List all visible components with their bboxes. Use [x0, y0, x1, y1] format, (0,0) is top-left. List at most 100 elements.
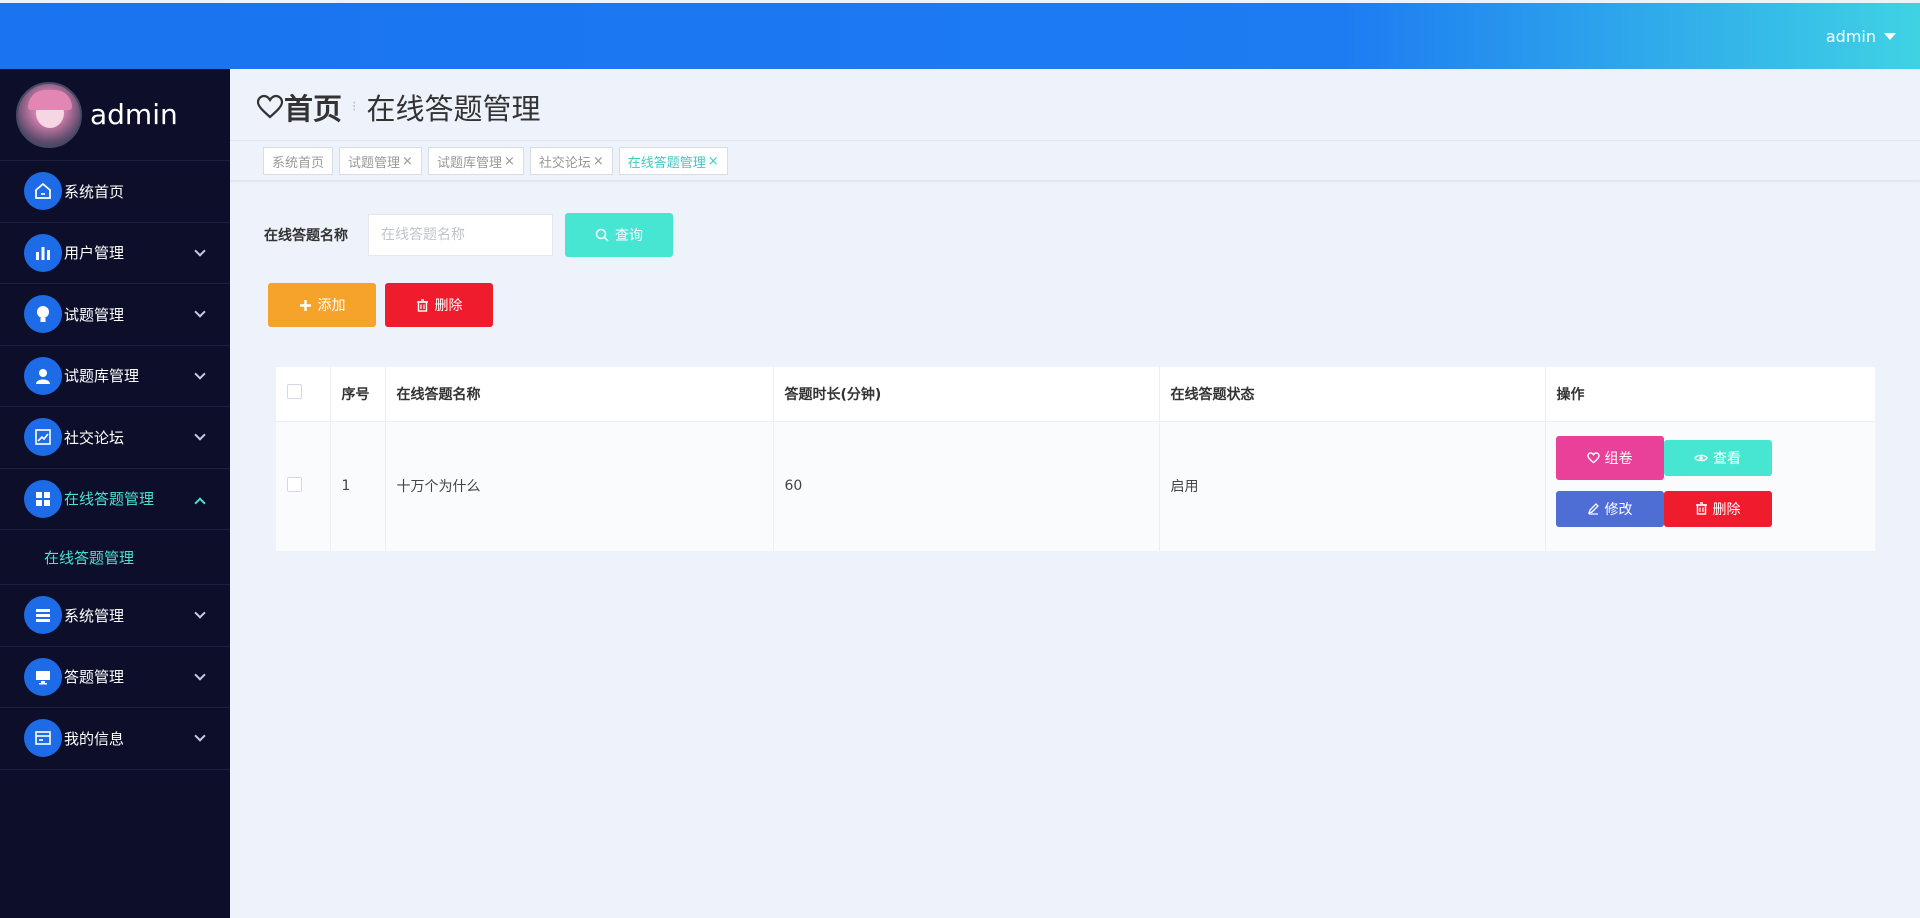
sidebar-item-label: 我的信息: [64, 729, 125, 748]
tab-label: 系统首页: [272, 155, 325, 171]
user-menu[interactable]: admin: [1826, 27, 1896, 46]
edit-button[interactable]: 修改: [1555, 490, 1664, 527]
search-icon: [595, 228, 609, 242]
chevron-up-icon: [194, 496, 206, 509]
trash-icon: [416, 298, 428, 312]
sidebar-item-my-info[interactable]: 我的信息: [0, 708, 230, 770]
select-all-checkbox[interactable]: [287, 384, 302, 400]
view-button[interactable]: 查看: [1663, 439, 1772, 476]
sidebar-item-label: 试题管理: [64, 305, 125, 324]
eye-icon: [1694, 454, 1708, 461]
close-icon[interactable]: ×: [708, 154, 719, 169]
home-icon: [24, 172, 62, 211]
select-all-cell: [276, 367, 331, 422]
search-label: 在线答题名称: [264, 228, 348, 244]
row-duration: 60: [773, 421, 1160, 551]
sidebar-item-home[interactable]: 系统首页: [0, 161, 230, 223]
sidebar-item-online-quiz[interactable]: 在线答题管理: [0, 469, 230, 530]
sidebar-profile: admin: [0, 69, 230, 161]
tab-questions[interactable]: 试题管理 ×: [339, 147, 422, 175]
chevron-down-icon: [194, 730, 206, 742]
table-row: 1 十万个为什么 60 启用 组卷 查看 修改 删除: [276, 421, 1875, 551]
trash-icon: [1695, 502, 1707, 515]
user-icon: [24, 356, 62, 395]
sidebar-item-questions[interactable]: 试题管理: [0, 284, 230, 346]
delete-button-label: 删除: [434, 298, 463, 314]
card-icon: [24, 719, 62, 758]
close-icon[interactable]: ×: [504, 154, 515, 169]
column-header: 答题时长(分钟): [773, 367, 1160, 422]
sidebar-item-question-bank[interactable]: 试题库管理: [0, 346, 230, 407]
submenu-label: 在线答题管理: [44, 548, 135, 567]
chevron-down-icon: [194, 367, 206, 380]
tab-label: 试题管理: [348, 155, 401, 171]
close-icon[interactable]: ×: [402, 154, 413, 169]
avatar: [16, 81, 82, 148]
breadcrumb-home[interactable]: 首页: [256, 86, 342, 128]
submenu-online-quiz-manage[interactable]: 在线答题管理: [0, 530, 230, 585]
query-button-label: 查询: [615, 228, 643, 244]
tab-forum[interactable]: 社交论坛 ×: [529, 147, 613, 175]
tab-question-bank[interactable]: 试题库管理 ×: [427, 147, 524, 175]
top-bar: admin: [0, 3, 1920, 69]
sidebar-item-label: 社交论坛: [64, 428, 125, 447]
tab-online-quiz[interactable]: 在线答题管理 ×: [618, 147, 728, 175]
sidebar-item-forum[interactable]: 社交论坛: [0, 407, 230, 469]
close-icon[interactable]: ×: [593, 154, 604, 169]
row-checkbox[interactable]: [287, 476, 302, 492]
chevron-down-icon: [194, 306, 206, 318]
tab-label: 试题库管理: [436, 155, 502, 171]
row-delete-button[interactable]: 删除: [1663, 490, 1772, 527]
grid-icon: [24, 479, 62, 518]
sidebar-username: admin: [90, 98, 178, 131]
row-delete-label: 删除: [1712, 501, 1741, 518]
row-select-cell: [276, 421, 331, 551]
caret-down-icon: [1884, 33, 1896, 40]
breadcrumb: 首页 ⁝ 在线答题管理: [256, 86, 540, 128]
bar-chart-icon: [24, 233, 62, 272]
search-input[interactable]: [368, 214, 553, 256]
query-button[interactable]: 查询: [565, 213, 673, 257]
table-header-row: 序号 在线答题名称 答题时长(分钟) 在线答题状态 操作: [276, 367, 1875, 422]
tabs-bar: 系统首页 试题管理 × 试题库管理 × 社交论坛 × 在线答题管理 ×: [230, 140, 1920, 180]
tab-label: 在线答题管理: [627, 155, 706, 171]
sidebar-item-label: 答题管理: [64, 668, 125, 687]
sidebar-item-answers[interactable]: 答题管理: [0, 647, 230, 708]
edit-label: 修改: [1604, 501, 1633, 518]
sidebar-item-label: 试题库管理: [64, 367, 140, 386]
sidebar-item-system[interactable]: 系统管理: [0, 585, 230, 647]
add-button[interactable]: 添加: [268, 283, 376, 327]
sidebar-item-label: 系统管理: [64, 606, 125, 625]
sidebar-item-label: 系统首页: [64, 182, 125, 201]
monitor-icon: [24, 657, 62, 696]
row-ops-cell: 组卷 查看 修改 删除: [1545, 421, 1875, 551]
breadcrumb-home-label: 首页: [284, 92, 343, 126]
chevron-down-icon: [194, 244, 206, 257]
edit-icon: [1587, 503, 1599, 515]
sidebar-item-users[interactable]: 用户管理: [0, 223, 230, 284]
row-status: 启用: [1159, 421, 1546, 551]
heart-icon: [256, 94, 284, 119]
user-name: admin: [1825, 27, 1876, 46]
compose-paper-label: 组卷: [1604, 450, 1633, 467]
plus-icon: [299, 299, 311, 311]
breadcrumb-separator: ⁝: [352, 99, 357, 115]
compose-paper-button[interactable]: 组卷: [1555, 435, 1664, 480]
trend-chart-icon: [24, 418, 62, 457]
chevron-down-icon: [194, 607, 206, 619]
breadcrumb-current: 在线答题管理: [366, 92, 541, 126]
tab-home[interactable]: 系统首页: [263, 147, 334, 175]
chevron-down-icon: [194, 668, 206, 681]
list-icon: [24, 596, 62, 635]
lightbulb-icon: [24, 295, 62, 334]
column-header: 操作: [1545, 367, 1875, 422]
add-button-label: 添加: [317, 298, 346, 314]
row-index: 1: [330, 421, 386, 551]
view-label: 查看: [1713, 450, 1741, 467]
row-name: 十万个为什么: [385, 421, 774, 551]
delete-button[interactable]: 删除: [385, 283, 493, 327]
sidebar-item-label: 在线答题管理: [64, 490, 155, 509]
column-header: 在线答题状态: [1159, 367, 1546, 422]
column-header: 在线答题名称: [385, 367, 774, 422]
sidebar: admin 系统首页 用户管理 试题管理 试题库管理 社交论坛 在线答题管理 在…: [0, 69, 230, 918]
